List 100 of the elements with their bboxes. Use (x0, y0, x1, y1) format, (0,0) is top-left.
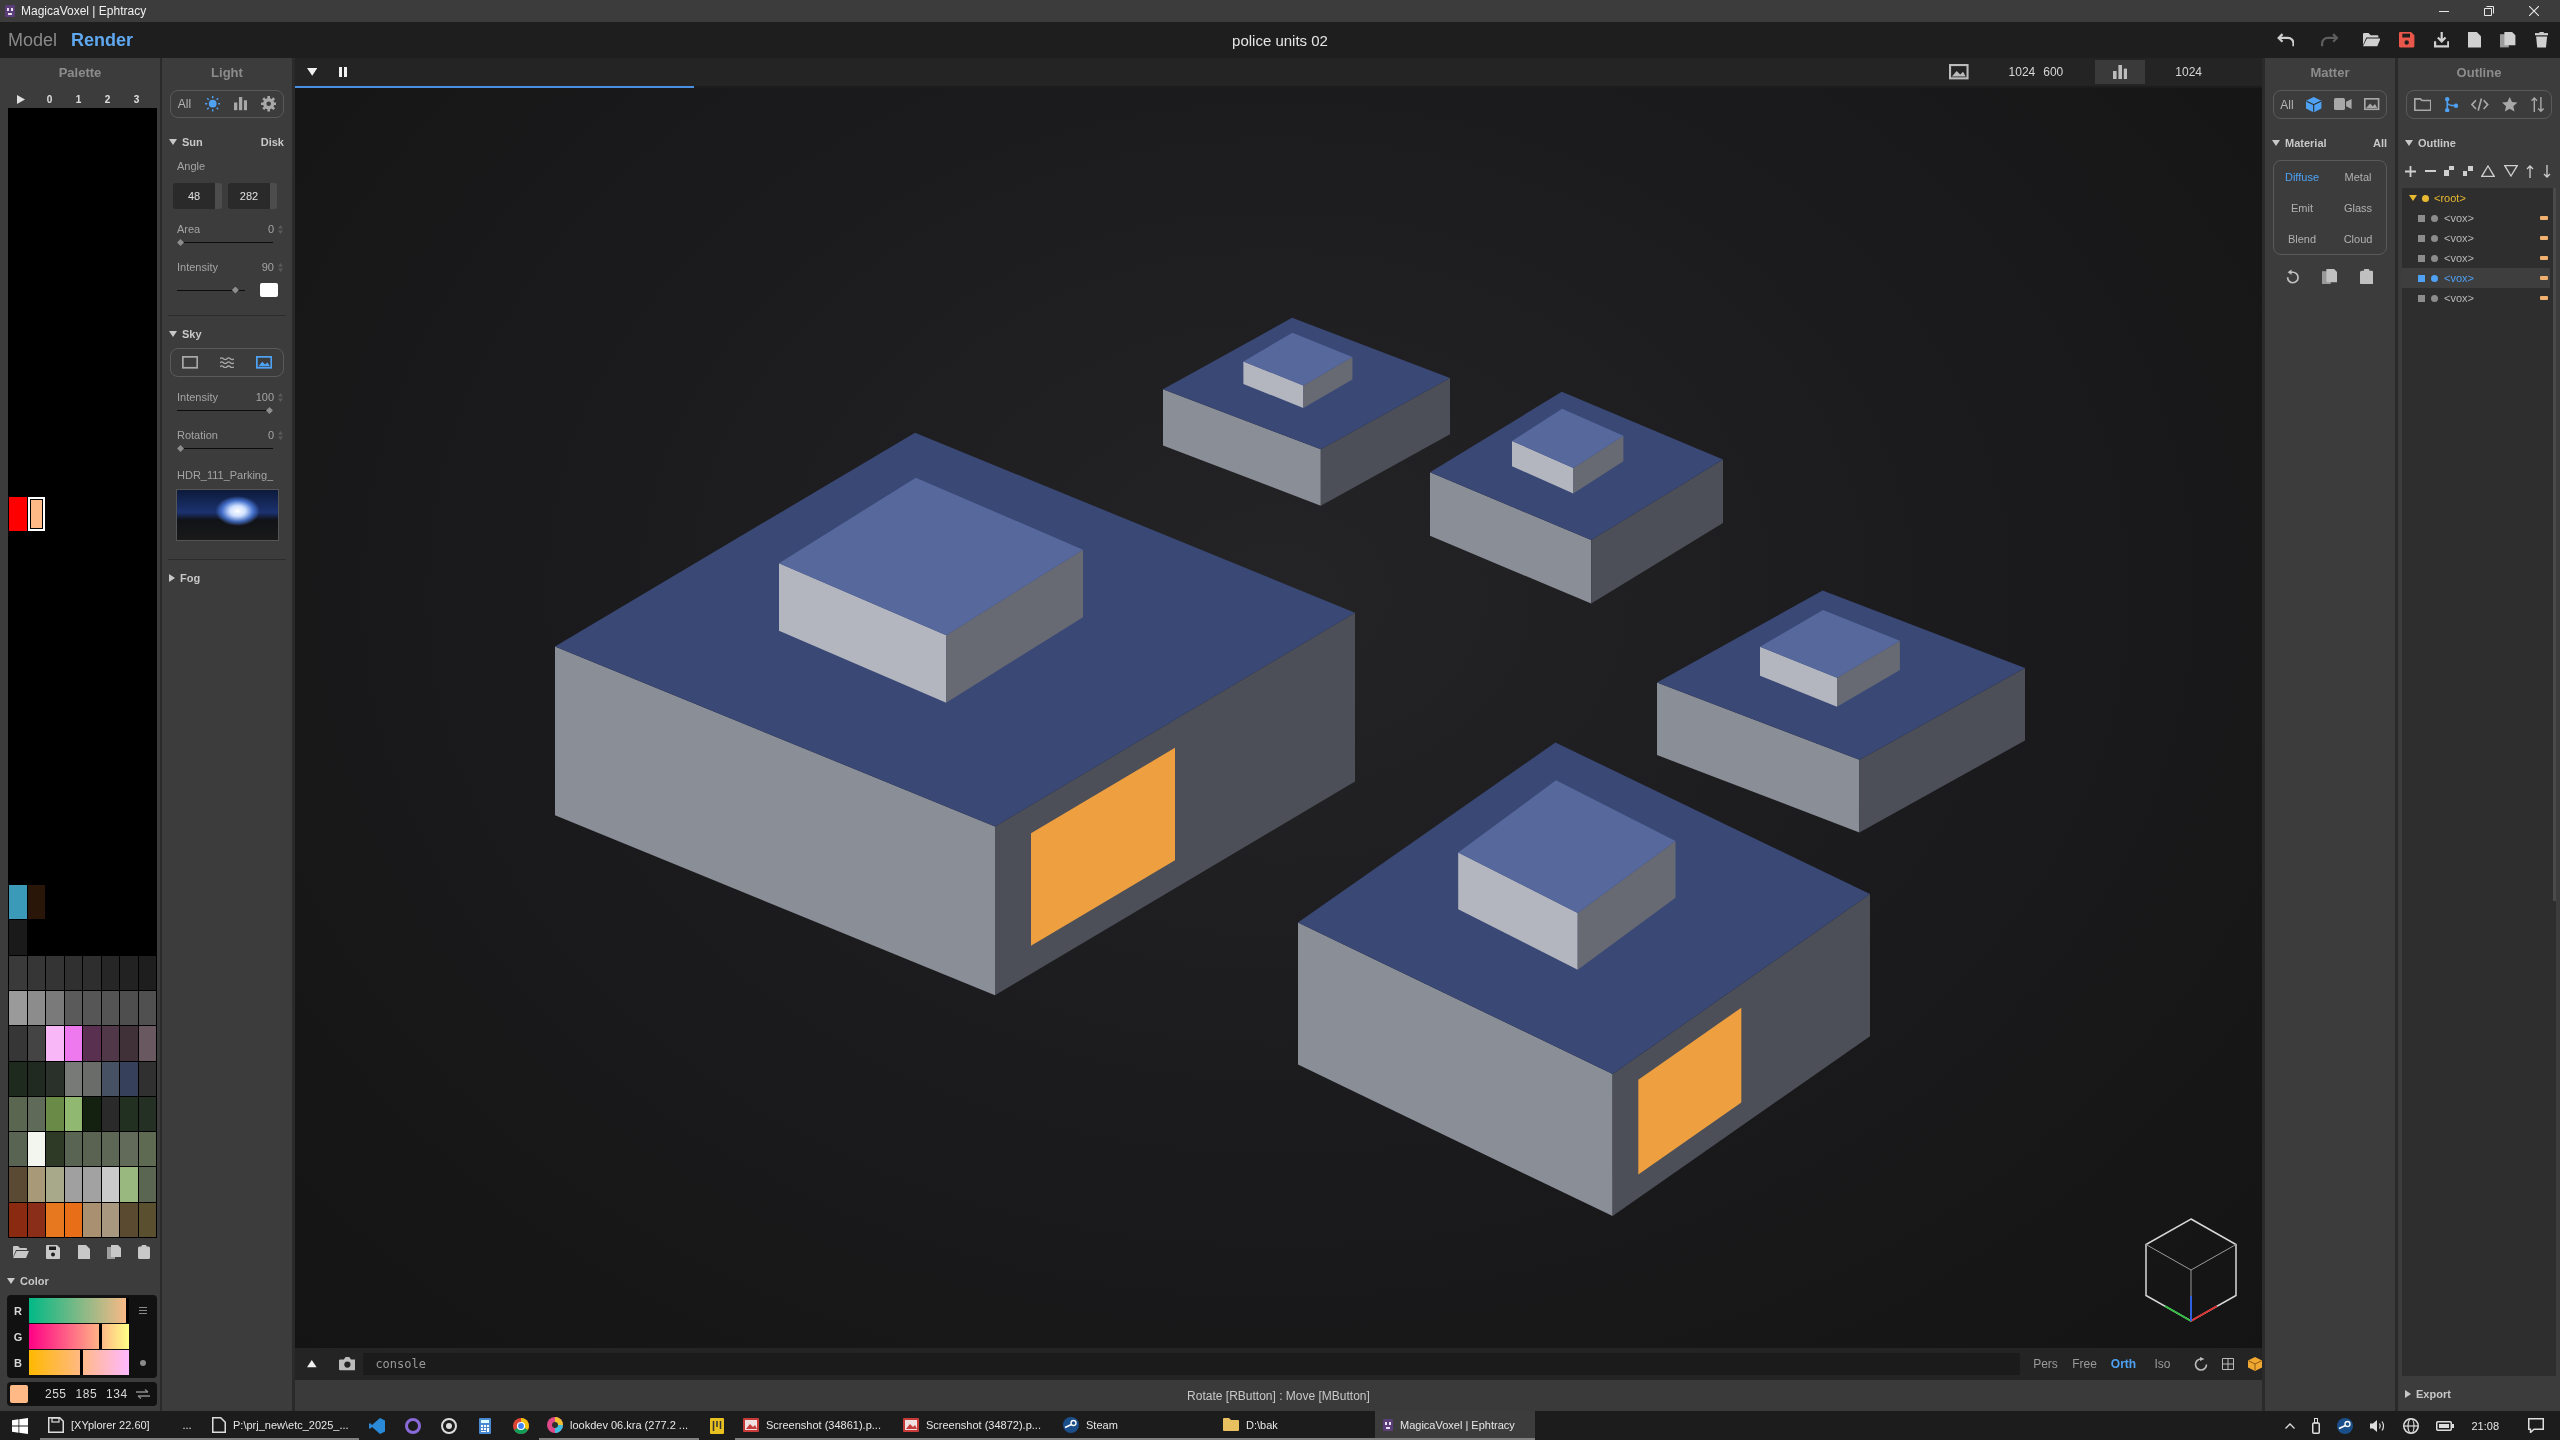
light-shape-option[interactable]: Disk (260, 136, 284, 148)
ring-icon[interactable] (405, 1417, 421, 1434)
play-icon[interactable] (16, 94, 25, 104)
color-swatch[interactable] (9, 1061, 27, 1096)
caret-up-icon[interactable] (307, 1360, 317, 1368)
color-swatch[interactable] (46, 1202, 64, 1237)
light-color-swatch[interactable] (260, 283, 278, 297)
material-tab[interactable]: Cloud (2343, 232, 2373, 245)
color-swatch[interactable] (138, 1132, 156, 1167)
resolution-width[interactable]: 1024 (2008, 65, 2036, 79)
material-scope-option[interactable]: All (2372, 137, 2387, 149)
color-swatch[interactable] (120, 1061, 138, 1096)
color-swatch[interactable] (83, 955, 101, 991)
color-swatch[interactable] (46, 1061, 64, 1096)
color-swatch[interactable] (101, 1167, 119, 1202)
caret-down-icon[interactable] (307, 68, 318, 76)
slider-track[interactable] (177, 407, 273, 414)
taskbar-button[interactable]: P:\prj_new\etc_2025_... (204, 1411, 359, 1440)
color-swatch[interactable] (27, 955, 45, 991)
console-field[interactable]: console (363, 1353, 2020, 1375)
color-swatch[interactable] (120, 1202, 138, 1237)
color-swatch[interactable] (101, 1202, 119, 1237)
arrow-down-icon[interactable] (2542, 164, 2551, 178)
color-swatch[interactable] (9, 885, 27, 920)
color-swatch[interactable] (101, 955, 119, 991)
taskbar-button[interactable]: Screenshot (34872).p... (895, 1411, 1055, 1440)
mode-tab[interactable]: Render (71, 29, 134, 51)
restore-icon[interactable] (2484, 6, 2494, 16)
bar-chart-icon[interactable] (233, 97, 248, 111)
color-swatch[interactable] (83, 1096, 101, 1132)
clipboard-icon[interactable] (138, 1245, 150, 1259)
caret-down-icon[interactable] (169, 139, 177, 145)
color-swatch[interactable] (9, 1202, 27, 1237)
color-swatch[interactable] (46, 1132, 64, 1167)
color-swatch[interactable] (138, 1167, 156, 1202)
color-swatch[interactable] (27, 1096, 45, 1132)
color-swatch[interactable] (27, 1132, 45, 1167)
square-icon[interactable] (2418, 234, 2425, 242)
color-swatch[interactable] (101, 1132, 119, 1167)
open-folder-icon[interactable] (2362, 33, 2381, 47)
orientation-cube-icon[interactable] (2145, 1218, 2237, 1322)
slider-track[interactable] (177, 239, 273, 246)
dot-icon[interactable] (2431, 274, 2438, 282)
color-swatch[interactable] (83, 1132, 101, 1167)
color-swatch[interactable] (83, 1026, 101, 1061)
triangle-up-icon[interactable] (2481, 165, 2496, 177)
sun-icon[interactable] (204, 96, 221, 112)
blocks-icon[interactable] (2444, 166, 2455, 176)
angle-field[interactable]: 48 (173, 183, 222, 209)
material-tab[interactable]: Diffuse (2284, 170, 2319, 183)
usb-drive-icon[interactable] (2312, 1417, 2321, 1434)
minimize-icon[interactable] (2439, 10, 2449, 12)
cube-icon[interactable] (2306, 96, 2322, 113)
material-tab[interactable]: Metal (2344, 170, 2372, 183)
image-icon[interactable] (255, 356, 272, 369)
notification-icon[interactable] (2528, 1418, 2544, 1433)
color-swatch[interactable] (138, 991, 156, 1026)
square-icon[interactable] (2418, 254, 2425, 262)
taskbar-button[interactable]: MagicaVoxel | Ephtracy (1375, 1411, 1535, 1440)
angle-field[interactable]: 282 (228, 183, 277, 209)
sort-icon[interactable] (2531, 96, 2545, 113)
segmented-circle-icon[interactable] (513, 1417, 529, 1434)
taskbar-button[interactable]: ... (170, 1411, 204, 1440)
color-swatch[interactable] (46, 1167, 64, 1202)
close-icon[interactable] (2529, 6, 2539, 16)
projection-tab[interactable]: Pers (2026, 1357, 2065, 1371)
color-swatch[interactable] (9, 497, 27, 532)
color-swatch[interactable] (27, 1061, 45, 1096)
grid-icon[interactable] (2222, 1358, 2234, 1370)
arrow-up-icon[interactable] (2526, 164, 2535, 178)
color-swatch[interactable] (9, 991, 27, 1026)
taskbar-button[interactable]: D:\bak (1215, 1411, 1375, 1440)
color-swatch[interactable] (46, 955, 64, 991)
color-swatch[interactable] (27, 1026, 45, 1061)
taskbar-button[interactable]: lookdev 06.kra (277.2 ... (539, 1411, 699, 1440)
save-icon[interactable] (46, 1245, 61, 1259)
palette-page-tab[interactable]: 3 (133, 93, 140, 105)
color-swatch[interactable] (46, 1026, 64, 1061)
list-icon[interactable] (139, 1307, 147, 1314)
dot-icon[interactable] (2431, 254, 2438, 262)
color-swatch[interactable] (27, 497, 45, 532)
color-swatch[interactable] (9, 920, 27, 955)
triangle-down-icon[interactable] (2503, 165, 2518, 177)
square-icon[interactable] (2418, 294, 2425, 302)
color-swatch[interactable] (120, 1026, 138, 1061)
color-swatch[interactable] (27, 1202, 45, 1237)
color-swatch[interactable] (9, 955, 27, 991)
stats-button[interactable] (2095, 60, 2146, 84)
color-swatch[interactable] (64, 1026, 82, 1061)
cube-icon[interactable] (2248, 1357, 2262, 1371)
color-swatch[interactable] (83, 1061, 101, 1096)
taskbar-button[interactable]: Steam (1055, 1411, 1215, 1440)
color-swatch[interactable] (120, 1167, 138, 1202)
video-camera-icon[interactable] (2334, 98, 2352, 111)
filter-tab[interactable]: All (2280, 97, 2294, 112)
color-swatch[interactable] (101, 1096, 119, 1132)
color-swatch[interactable] (9, 1132, 27, 1167)
channel-slider[interactable] (29, 1350, 129, 1375)
color-swatch[interactable] (64, 1061, 82, 1096)
palette-page-tab[interactable]: 1 (75, 93, 82, 105)
